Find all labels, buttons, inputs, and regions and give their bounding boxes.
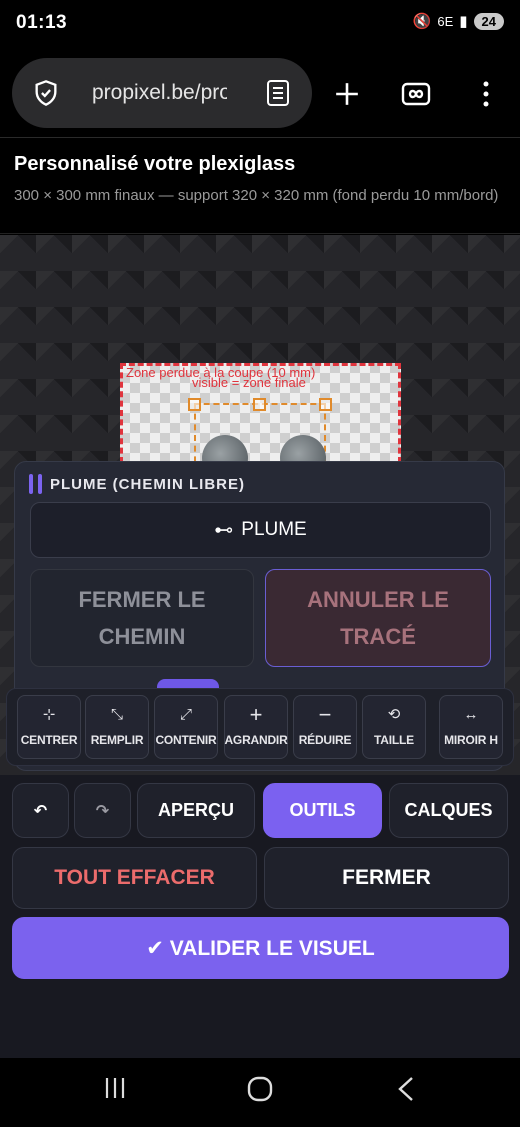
tool-mirror-h-button[interactable]: ↔ MIROIR H: [439, 695, 503, 759]
home-icon[interactable]: [247, 1076, 273, 1107]
minus-icon: −: [318, 702, 332, 727]
close-label: FERMER: [342, 866, 431, 889]
plume-button-label: PLUME: [241, 519, 307, 540]
battery-indicator: 24: [473, 12, 504, 30]
bottom-controls: ↶ ↷ APERÇU OUTILS CALQUES TOUT EFFACER F…: [0, 775, 520, 1058]
tool-reduce-button[interactable]: − RÉDUIRE: [293, 695, 357, 759]
undo-button[interactable]: ↶: [12, 783, 69, 838]
tool-enlarge-button[interactable]: + AGRANDIR: [224, 695, 288, 759]
new-tab-icon[interactable]: [329, 76, 365, 112]
system-nav-bar: [0, 1058, 520, 1127]
close-path-label: FERMER LE CHEMIN: [78, 587, 206, 649]
resize-handle[interactable]: [319, 398, 332, 411]
reader-mode-icon[interactable]: [266, 79, 290, 107]
tool-label: RÉDUIRE: [298, 733, 352, 747]
resize-handle[interactable]: [188, 398, 201, 411]
redo-icon: ↷: [95, 802, 110, 820]
layers-label: CALQUES: [404, 800, 493, 820]
cancel-path-button[interactable]: ANNULER LE TRACÉ: [265, 569, 491, 667]
tool-panel-title: PLUME (CHEMIN LIBRE): [50, 475, 245, 493]
tool-contain-button[interactable]: ⤢ CONTENIR: [154, 695, 218, 759]
tool-label: CENTRER: [20, 733, 78, 747]
center-icon: ⊹: [42, 706, 56, 723]
mute-icon: 🔇: [412, 13, 432, 30]
tool-label: REMPLIR: [90, 733, 144, 747]
back-icon[interactable]: [396, 1076, 416, 1107]
tool-label: MIROIR H: [444, 733, 498, 747]
status-time: 01:13: [16, 12, 68, 33]
artboard[interactable]: Zone perdue à la coupe (10 mm) visible =…: [120, 363, 401, 463]
status-bar: 01:13 🔇 6E ▮ 24: [0, 0, 520, 50]
layers-button[interactable]: CALQUES: [389, 783, 508, 838]
tool-fill-button[interactable]: ⤡ REMPLIR: [85, 695, 149, 759]
tool-size-button[interactable]: ⟲ TAILLE: [362, 695, 426, 759]
wifi-icon: 6E: [437, 14, 453, 29]
validate-label: ✔ VALIDER LE VISUEL: [146, 936, 375, 960]
clear-all-label: TOUT EFFACER: [54, 866, 215, 889]
contain-icon: ⤢: [179, 706, 192, 723]
visible-zone-label: visible = zone finale: [192, 375, 306, 390]
preview-button[interactable]: APERÇU: [137, 783, 255, 838]
cancel-path-label: ANNULER LE TRACÉ: [307, 587, 449, 649]
tools-label: OUTILS: [289, 800, 356, 820]
tool-label: AGRANDIR: [224, 733, 288, 747]
fill-icon: ⤡: [110, 706, 123, 723]
validate-design-button[interactable]: ✔ VALIDER LE VISUEL: [12, 917, 509, 979]
page-subtitle: 300 × 300 mm finaux — support 320 × 320 …: [14, 187, 499, 204]
url-text[interactable]: propixel.be/pro: [92, 81, 227, 105]
redo-button[interactable]: ↷: [74, 783, 131, 838]
shield-icon[interactable]: [32, 79, 60, 107]
tools-tab-button[interactable]: OUTILS: [263, 783, 382, 838]
flip-horizontal-icon: ↔: [463, 706, 479, 723]
close-path-button[interactable]: FERMER LE CHEMIN: [30, 569, 254, 667]
page-header: Personnalisé votre plexiglass 300 × 300 …: [0, 139, 520, 234]
plus-icon: +: [249, 702, 263, 727]
tool-center-button[interactable]: ⊹ CENTRER: [17, 695, 81, 759]
clear-all-button[interactable]: TOUT EFFACER: [12, 847, 257, 909]
menu-icon[interactable]: [468, 76, 504, 112]
browser-toolbar: propixel.be/pro: [0, 50, 520, 138]
network-label: 6E: [437, 13, 454, 29]
pen-path-icon: ⊷: [214, 519, 234, 541]
tabs-icon[interactable]: [398, 76, 434, 112]
transform-toolbar[interactable]: ⊹ CENTRER ⤡ REMPLIR ⤢ CONTENIR + AGRANDI…: [6, 688, 514, 766]
resize-handle[interactable]: [253, 398, 266, 411]
drag-handle-icon[interactable]: [29, 474, 42, 494]
tool-panel-header: PLUME (CHEMIN LIBRE): [29, 474, 245, 494]
tool-label: CONTENIR: [155, 733, 217, 747]
recent-apps-icon[interactable]: [103, 1076, 127, 1105]
signal-icon: ▮: [459, 13, 468, 30]
status-icons: 🔇 6E ▮ 24: [413, 12, 504, 30]
tool-label: TAILLE: [374, 733, 414, 747]
close-editor-button[interactable]: FERMER: [264, 847, 509, 909]
page-title: Personnalisé votre plexiglass: [14, 153, 296, 175]
address-bar[interactable]: propixel.be/pro: [12, 58, 312, 128]
reset-icon: ⟲: [387, 706, 401, 723]
plume-button[interactable]: ⊷ PLUME: [30, 502, 491, 558]
undo-icon: ↶: [33, 802, 48, 820]
preview-label: APERÇU: [157, 800, 234, 820]
